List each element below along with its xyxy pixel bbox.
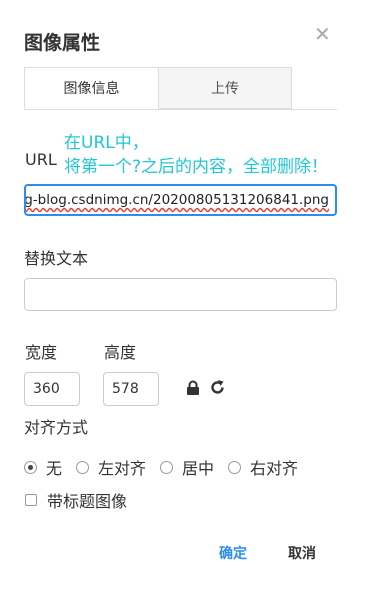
radio-label: 右对齐 — [250, 459, 299, 478]
radio-label: 居中 — [182, 459, 215, 478]
reset-size-icon[interactable] — [209, 379, 226, 400]
annotation-line-1: 在URL中， — [64, 133, 149, 153]
tab-upload[interactable]: 上传 — [158, 67, 292, 109]
align-right-radio[interactable]: 右对齐 — [228, 455, 298, 479]
align-left-radio[interactable]: 左对齐 — [76, 455, 146, 479]
tab-label: 图像信息 — [63, 81, 120, 97]
radio-indicator — [24, 460, 37, 474]
url-input-value: g-blog.csdnimg.cn/20200805131206841.png — [24, 192, 329, 208]
align-none-radio[interactable]: 无 — [24, 455, 62, 479]
radio-label: 左对齐 — [98, 459, 147, 478]
radio-indicator — [76, 460, 90, 474]
radio-label: 无 — [46, 459, 63, 478]
alt-text-label: 替换文本 — [24, 249, 89, 268]
radio-indicator — [160, 460, 174, 474]
tab-image-info[interactable]: 图像信息 — [24, 67, 159, 109]
ok-button[interactable]: 确定 — [219, 543, 247, 563]
lock-icon[interactable] — [186, 380, 200, 400]
alt-text-input[interactable] — [24, 278, 337, 311]
width-input[interactable]: 360 — [24, 372, 80, 406]
url-label: URL — [25, 150, 57, 169]
height-input[interactable]: 578 — [103, 372, 159, 406]
caption-label: 带标题图像 — [47, 492, 128, 511]
align-label: 对齐方式 — [24, 418, 89, 437]
checkbox-indicator — [25, 494, 37, 506]
caption-checkbox[interactable]: 带标题图像 — [25, 488, 127, 512]
width-label: 宽度 — [25, 343, 58, 362]
height-value: 578 — [112, 381, 139, 397]
annotation-line-2: 将第一个?之后的内容，全部删除！ — [64, 157, 329, 177]
tabs-divider — [24, 109, 337, 110]
width-value: 360 — [33, 381, 60, 397]
url-input[interactable]: g-blog.csdnimg.cn/20200805131206841.png — [24, 184, 337, 216]
cancel-button[interactable]: 取消 — [288, 543, 316, 563]
url-annotation: 在URL中， 将第一个?之后的内容，全部删除！ — [64, 131, 328, 179]
align-options: 无 左对齐 居中 右对齐 — [24, 455, 298, 479]
tab-label: 上传 — [211, 81, 239, 97]
radio-indicator — [228, 460, 242, 474]
align-center-radio[interactable]: 居中 — [160, 455, 214, 479]
height-label: 高度 — [104, 343, 137, 362]
dialog-title: 图像属性 — [24, 32, 101, 54]
close-icon[interactable]: ✕ — [314, 24, 331, 44]
